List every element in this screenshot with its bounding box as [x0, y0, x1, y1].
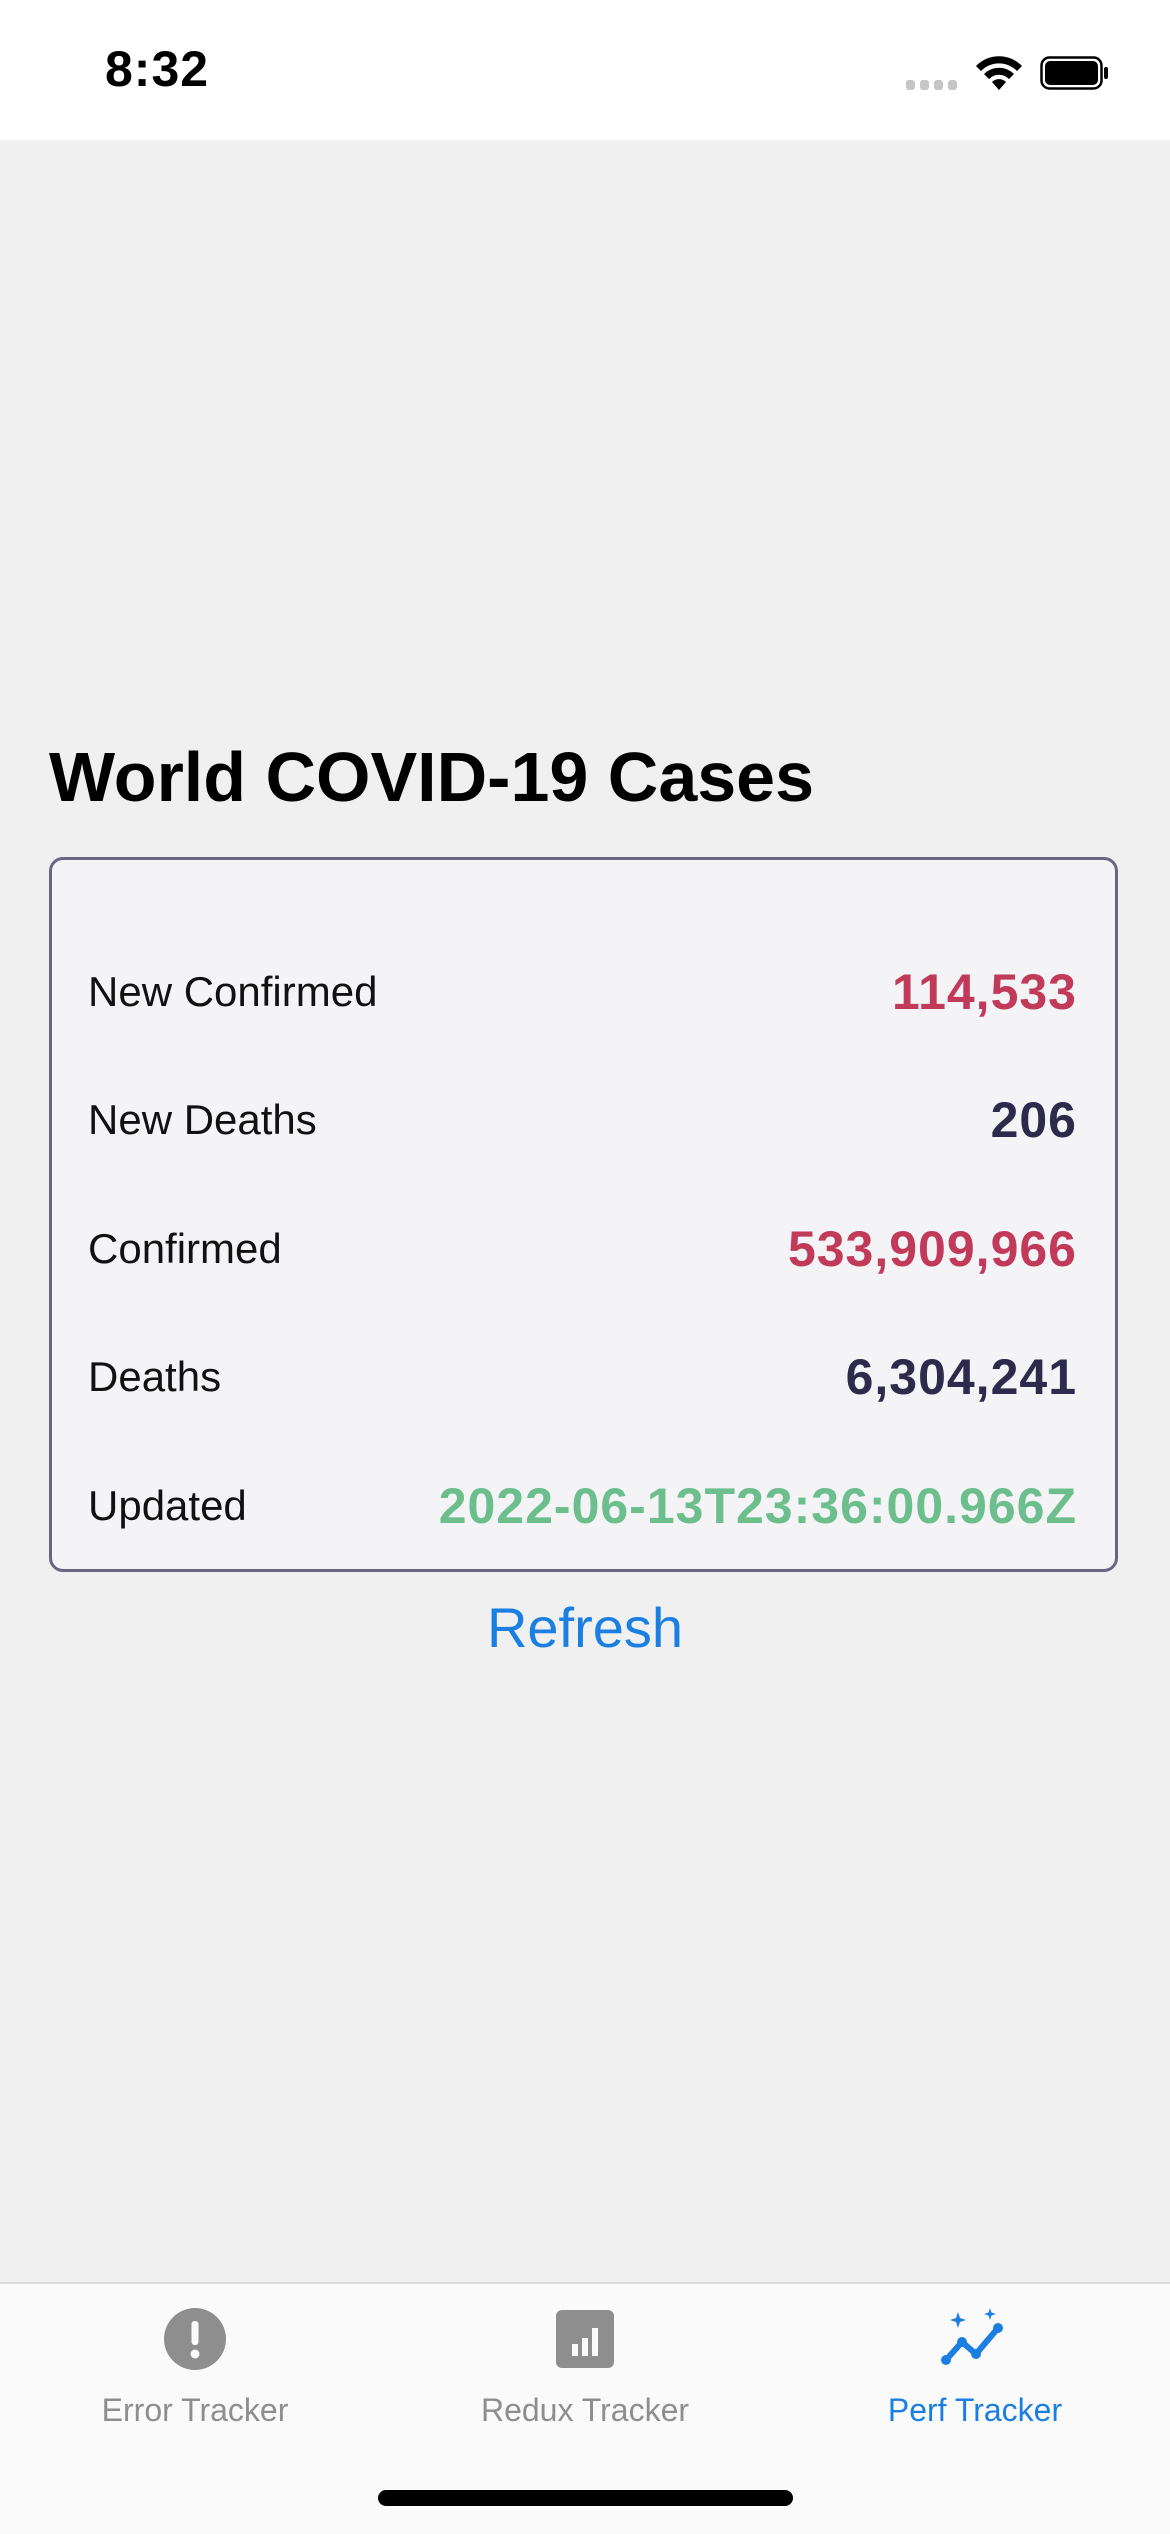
- stat-row-new-deaths: New Deaths 206: [88, 1085, 1077, 1155]
- stat-row-deaths: Deaths 6,304,241: [88, 1342, 1077, 1412]
- tab-label: Redux Tracker: [480, 2392, 690, 2428]
- tab-redux-tracker[interactable]: Redux Tracker: [390, 2304, 780, 2454]
- status-bar: 8:32: [0, 0, 1170, 140]
- stat-value: 114,533: [892, 964, 1077, 1020]
- stat-value: 206: [990, 1092, 1077, 1148]
- tab-perf-tracker[interactable]: Perf Tracker: [780, 2304, 1170, 2454]
- exclamation-circle-icon: [164, 2308, 226, 2370]
- stat-label: Updated: [88, 1482, 247, 1529]
- stat-row-new-confirmed: New Confirmed 114,533: [88, 957, 1077, 1027]
- sparkle-line-chart-icon: [941, 2308, 1003, 2365]
- stat-label: Confirmed: [88, 1225, 282, 1272]
- stat-label: New Confirmed: [88, 968, 378, 1015]
- status-time: 8:32: [105, 41, 210, 97]
- cellular-signal-icon: [906, 80, 958, 92]
- tab-label: Perf Tracker: [887, 2392, 1063, 2428]
- battery-icon: [1040, 56, 1108, 90]
- tab-label: Error Tracker: [101, 2392, 289, 2428]
- stat-label: New Deaths: [88, 1096, 317, 1143]
- stat-value: 6,304,241: [845, 1349, 1077, 1405]
- stat-label: Deaths: [88, 1353, 222, 1400]
- page-title: World COVID-19 Cases: [49, 738, 815, 816]
- stats-card: New Confirmed 114,533 New Deaths 206 Con…: [49, 857, 1118, 1572]
- bar-chart-icon: [556, 2310, 614, 2368]
- stat-row-confirmed: Confirmed 533,909,966: [88, 1214, 1077, 1284]
- stat-value: 2022-06-13T23:36:00.966Z: [438, 1478, 1077, 1534]
- tab-error-tracker[interactable]: Error Tracker: [0, 2304, 390, 2454]
- home-indicator: [378, 2490, 793, 2506]
- refresh-button[interactable]: Refresh: [0, 1595, 1170, 1660]
- stat-row-updated: Updated 2022-06-13T23:36:00.966Z: [88, 1471, 1077, 1541]
- stat-value: 533,909,966: [787, 1221, 1077, 1277]
- wifi-icon: [976, 56, 1022, 90]
